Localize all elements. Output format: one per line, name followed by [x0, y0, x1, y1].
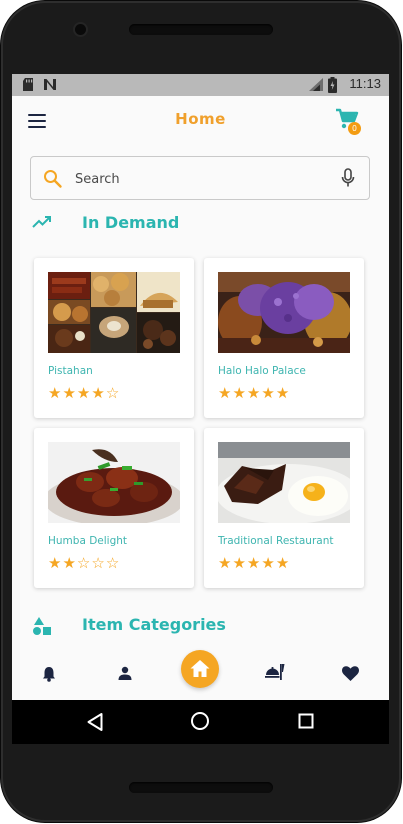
back-icon[interactable] [86, 712, 104, 732]
star-filled-icon: ★ [76, 384, 92, 402]
page-title: Home [175, 110, 226, 128]
in-demand-header: In Demand [12, 210, 389, 240]
star-filled-icon: ★ [62, 384, 77, 402]
star-rating: ★★★★★ [218, 384, 290, 402]
star-outline-icon: ☆ [105, 384, 121, 402]
star-filled-icon: ★ [275, 554, 291, 572]
nfc-icon [44, 79, 56, 90]
star-outline-icon: ☆ [76, 554, 92, 572]
restaurant-card-pistahan[interactable]: Pistahan ★★★★☆ [34, 258, 194, 418]
restaurant-name: Pistahan [48, 365, 93, 377]
restaurant-photo [218, 272, 350, 353]
restaurant-name: Halo Halo Palace [218, 365, 306, 377]
cart-count-badge: 0 [348, 122, 361, 135]
restaurant-photo [218, 442, 350, 523]
star-outline-icon: ☆ [105, 554, 121, 572]
bottom-speaker [129, 782, 273, 793]
shapes-icon [33, 617, 51, 635]
star-rating: ★★★★★ [218, 554, 290, 572]
restaurant-card-traditional-restaurant[interactable]: Traditional Restaurant ★★★★★ [204, 428, 364, 588]
home-button[interactable] [181, 650, 219, 688]
search-input[interactable] [73, 167, 327, 191]
star-filled-icon: ★ [91, 384, 106, 402]
star-filled-icon: ★ [218, 554, 233, 572]
app-bar: Home 0 [12, 96, 389, 148]
search-bar[interactable] [30, 156, 370, 200]
item-categories-header: Item Categories [12, 612, 389, 642]
cart-button[interactable]: 0 [335, 108, 365, 136]
star-filled-icon: ★ [62, 554, 77, 572]
star-filled-icon: ★ [218, 384, 233, 402]
app-screen: 11:13 Home 0 Search In Demand Pistahan ★… [12, 74, 389, 744]
recents-icon[interactable] [298, 713, 314, 729]
star-filled-icon: ★ [48, 384, 63, 402]
bell-icon[interactable] [42, 666, 56, 682]
in-demand-title: In Demand [82, 213, 180, 232]
bottom-navigation [12, 650, 389, 700]
signal-icon [309, 78, 323, 91]
status-bar: 11:13 [12, 74, 389, 96]
star-filled-icon: ★ [48, 554, 63, 572]
restaurant-name: Traditional Restaurant [218, 535, 334, 547]
star-filled-icon: ★ [232, 554, 247, 572]
sd-card-icon [23, 78, 33, 91]
battery-icon [328, 77, 337, 93]
person-icon[interactable] [118, 666, 132, 680]
android-navigation-bar [12, 700, 389, 744]
home-circle-icon[interactable] [190, 711, 210, 731]
star-filled-icon: ★ [232, 384, 247, 402]
restaurant-card-halo-halo-palace[interactable]: Halo Halo Palace ★★★★★ [204, 258, 364, 418]
restaurant-card-humba-delight[interactable]: Humba Delight ★★☆☆☆ [34, 428, 194, 588]
star-filled-icon: ★ [261, 384, 276, 402]
trending-up-icon [32, 216, 51, 228]
star-filled-icon: ★ [246, 384, 262, 402]
item-categories-title: Item Categories [82, 615, 226, 634]
top-speaker [129, 24, 273, 35]
star-filled-icon: ★ [246, 554, 262, 572]
star-rating: ★★★★☆ [48, 384, 120, 402]
microphone-icon[interactable] [341, 168, 355, 188]
star-outline-icon: ☆ [91, 554, 106, 572]
status-time: 11:13 [349, 76, 381, 91]
star-filled-icon: ★ [261, 554, 276, 572]
restaurant-photo [48, 442, 180, 523]
star-filled-icon: ★ [275, 384, 291, 402]
restaurant-photo [48, 272, 180, 353]
star-rating: ★★☆☆☆ [48, 554, 120, 572]
search-icon [44, 170, 62, 188]
front-camera [75, 24, 86, 35]
home-icon [190, 660, 210, 677]
heart-icon[interactable] [342, 666, 359, 681]
restaurant-name: Humba Delight [48, 535, 128, 547]
dining-icon[interactable] [265, 663, 285, 681]
